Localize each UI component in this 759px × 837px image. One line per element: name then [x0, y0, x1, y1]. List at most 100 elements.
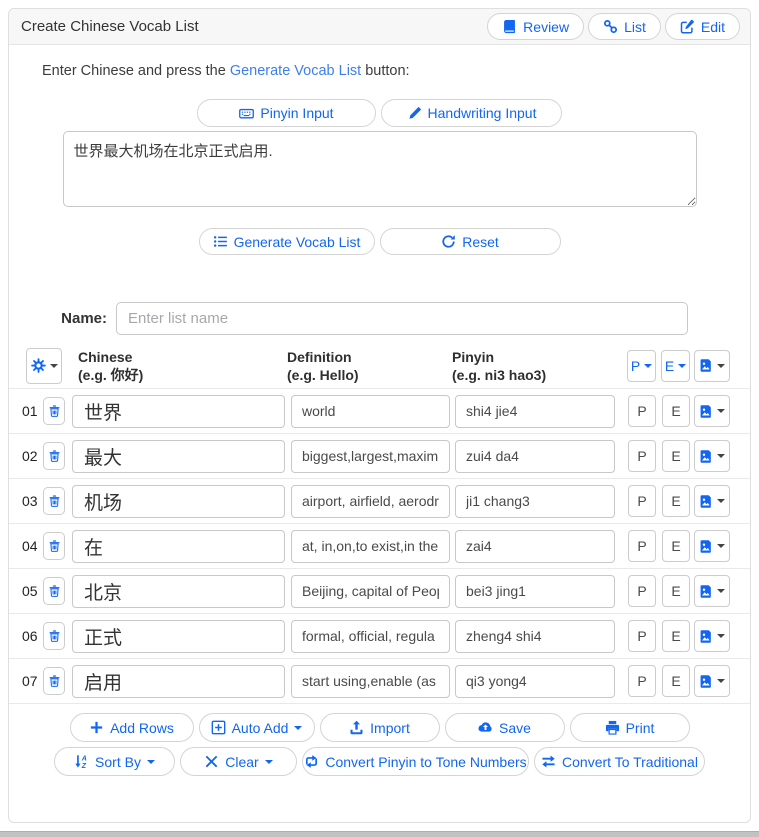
save-button[interactable]: Save [445, 713, 565, 742]
row-number: 07 [22, 673, 40, 689]
add-rows-button[interactable]: Add Rows [70, 713, 194, 742]
row-pinyin-button[interactable]: P [628, 395, 656, 427]
row-pinyin-button[interactable]: P [628, 665, 656, 697]
row-image-dropdown[interactable] [694, 620, 730, 652]
definition-input[interactable] [291, 440, 450, 473]
row-number: 06 [22, 628, 40, 644]
caret-down-icon [717, 499, 725, 503]
page-title: Create Chinese Vocab List [21, 18, 487, 35]
definition-input[interactable] [291, 485, 450, 518]
delete-row-button[interactable] [43, 487, 65, 515]
row-pinyin-button[interactable]: P [628, 575, 656, 607]
row-image-dropdown[interactable] [694, 665, 730, 697]
caret-down-icon [717, 454, 725, 458]
row-english-label: E [671, 583, 680, 599]
row-english-button[interactable]: E [662, 485, 690, 517]
footer-actions-row-2: AZ Sort By Clear Convert Pinyin to Tone … [9, 747, 750, 776]
print-button[interactable]: Print [570, 713, 690, 742]
convert-pinyin-tone-numbers-button[interactable]: Convert Pinyin to Tone Numbers [302, 747, 529, 776]
pinyin-input[interactable] [455, 530, 615, 563]
sort-by-dropdown[interactable]: AZ Sort By [54, 747, 175, 776]
list-name-input[interactable] [116, 302, 688, 335]
delete-row-button[interactable] [43, 622, 65, 650]
row-image-dropdown[interactable] [694, 440, 730, 472]
table-settings-button[interactable] [26, 348, 62, 384]
chinese-input[interactable] [72, 440, 285, 473]
pinyin-input[interactable] [455, 575, 615, 608]
caret-down-icon [644, 364, 652, 368]
chinese-input[interactable] [72, 620, 285, 653]
add-rows-label: Add Rows [110, 720, 174, 736]
pinyin-input[interactable] [455, 485, 615, 518]
row-image-dropdown[interactable] [694, 530, 730, 562]
chinese-input[interactable] [72, 485, 285, 518]
definition-input[interactable] [291, 575, 450, 608]
import-label: Import [370, 720, 410, 736]
definition-input[interactable] [291, 395, 450, 428]
chinese-input[interactable] [72, 395, 285, 428]
review-button[interactable]: Review [487, 13, 584, 40]
trash-icon [48, 584, 61, 598]
caret-down-icon [678, 364, 686, 368]
row-english-button[interactable]: E [662, 395, 690, 427]
row-number: 04 [22, 538, 40, 554]
row-english-button[interactable]: E [662, 530, 690, 562]
row-pinyin-button[interactable]: P [628, 620, 656, 652]
delete-row-button[interactable] [43, 667, 65, 695]
link-icon [603, 19, 618, 34]
row-pinyin-label: P [637, 538, 646, 554]
image-all-dropdown[interactable] [694, 350, 730, 382]
caret-down-icon [50, 364, 58, 368]
chinese-input[interactable] [72, 530, 285, 563]
list-button[interactable]: List [588, 13, 661, 40]
chinese-input[interactable] [72, 575, 285, 608]
reset-button[interactable]: Reset [380, 228, 561, 255]
generate-vocab-list-button[interactable]: Generate Vocab List [199, 228, 375, 255]
generate-vocab-list-link[interactable]: Generate Vocab List [230, 63, 361, 79]
delete-row-button[interactable] [43, 442, 65, 470]
row-image-dropdown[interactable] [694, 485, 730, 517]
pinyin-input[interactable] [455, 665, 615, 698]
delete-row-button[interactable] [43, 532, 65, 560]
definition-input[interactable] [291, 620, 450, 653]
convert-to-traditional-button[interactable]: Convert To Traditional [534, 747, 705, 776]
edit-button[interactable]: Edit [665, 13, 740, 40]
chinese-input[interactable] [72, 665, 285, 698]
keyboard-icon [239, 106, 254, 121]
handwriting-input-label: Handwriting Input [428, 105, 537, 121]
row-pinyin-button[interactable]: P [628, 530, 656, 562]
row-english-label: E [671, 448, 680, 464]
auto-add-dropdown[interactable]: Auto Add [199, 713, 315, 742]
handwriting-input-button[interactable]: Handwriting Input [381, 99, 562, 127]
print-label: Print [626, 720, 655, 736]
file-image-icon [699, 584, 713, 599]
row-pinyin-button[interactable]: P [628, 440, 656, 472]
delete-row-button[interactable] [43, 397, 65, 425]
pinyin-input[interactable] [455, 395, 615, 428]
clear-dropdown[interactable]: Clear [180, 747, 297, 776]
row-english-button[interactable]: E [662, 620, 690, 652]
row-english-button[interactable]: E [662, 575, 690, 607]
definition-input[interactable] [291, 665, 450, 698]
row-english-button[interactable]: E [662, 665, 690, 697]
instruction-prefix: Enter Chinese and press the [42, 63, 230, 79]
chinese-text-input[interactable]: 世界最大机场在北京正式启用. [63, 131, 697, 207]
row-english-label: E [671, 673, 680, 689]
pinyin-all-dropdown[interactable]: P [627, 350, 656, 382]
english-all-dropdown[interactable]: E [661, 350, 690, 382]
row-image-dropdown[interactable] [694, 395, 730, 427]
row-image-dropdown[interactable] [694, 575, 730, 607]
save-label: Save [499, 720, 531, 736]
import-button[interactable]: Import [320, 713, 440, 742]
row-english-button[interactable]: E [662, 440, 690, 472]
delete-row-button[interactable] [43, 577, 65, 605]
pinyin-input[interactable] [455, 620, 615, 653]
gear-icon [31, 358, 46, 373]
pinyin-input-button[interactable]: Pinyin Input [197, 99, 376, 127]
row-pinyin-button[interactable]: P [628, 485, 656, 517]
list-icon [213, 234, 228, 249]
pinyin-input[interactable] [455, 440, 615, 473]
definition-input[interactable] [291, 530, 450, 563]
instruction-text: Enter Chinese and press the Generate Voc… [42, 63, 750, 79]
row-english-label: E [671, 493, 680, 509]
